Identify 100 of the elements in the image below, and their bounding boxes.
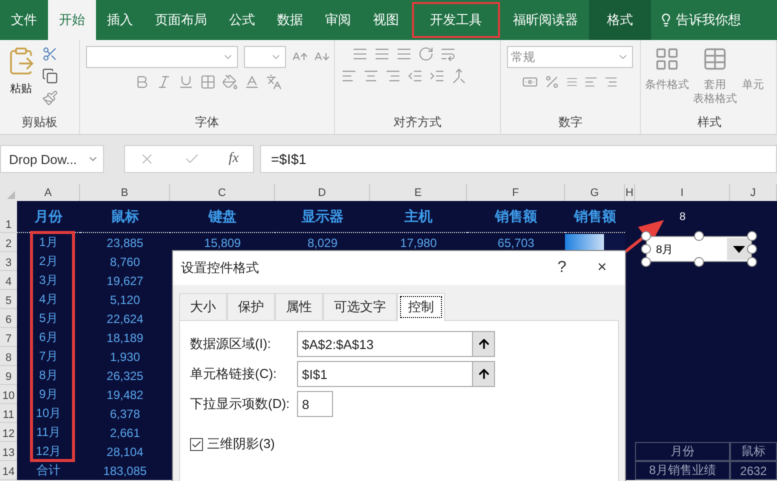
italic-icon[interactable] — [156, 74, 172, 90]
table-cell-text: 9月 — [38, 386, 59, 403]
ribbon-tab[interactable]: 开始 — [48, 0, 96, 40]
align-left-icon[interactable] — [341, 68, 357, 84]
collapse-button[interactable] — [472, 362, 494, 386]
table-cell: 键盘 — [170, 201, 275, 233]
dropdown-control[interactable]: 8月 — [646, 236, 752, 262]
underline-icon[interactable] — [178, 74, 194, 90]
merge-icon[interactable] — [451, 68, 467, 84]
dialog-tab[interactable]: 大小 — [179, 293, 227, 320]
column-header[interactable]: D — [275, 184, 370, 201]
ribbon-tab[interactable]: 插入 — [96, 0, 144, 40]
wrap-text-icon[interactable] — [440, 46, 456, 62]
column-header[interactable]: H — [625, 184, 635, 201]
font-name-field[interactable] — [86, 46, 238, 68]
group-label: 剪贴板 — [20, 114, 58, 131]
close-button[interactable]: × — [587, 259, 617, 277]
dialog-title: 设置控件格式 — [181, 259, 260, 277]
column-header[interactable]: A — [17, 184, 80, 201]
table-cell: 销售额 — [467, 201, 565, 233]
help-button[interactable]: ? — [547, 259, 577, 277]
row-header[interactable]: 3 — [0, 252, 17, 271]
align-right-icon[interactable] — [385, 68, 401, 84]
table-cell-text: 183,085 — [102, 462, 148, 480]
table-cell-text: 合计 — [36, 462, 62, 479]
table-cell-text: 65,703 — [496, 234, 536, 252]
align-center-icon[interactable] — [363, 68, 379, 84]
percent-icon[interactable] — [544, 74, 560, 90]
dialog-tab[interactable]: 保护 — [227, 293, 275, 320]
dialog-tab[interactable]: 可选文字 — [323, 293, 397, 320]
column-header[interactable]: I — [635, 184, 730, 201]
table-cell-text: 19,482 — [106, 386, 144, 404]
row-header[interactable]: 4 — [0, 271, 17, 290]
orientation-icon[interactable] — [418, 46, 434, 62]
column-header[interactable]: F — [467, 184, 565, 201]
row-header[interactable]: 10 — [0, 385, 17, 404]
column-header[interactable]: G — [565, 184, 625, 201]
ribbon-tab[interactable]: 公式 — [218, 0, 266, 40]
table-cell: 主机 — [370, 201, 467, 233]
table-format-icon[interactable] — [702, 46, 728, 72]
fill-color-icon[interactable] — [222, 74, 238, 90]
ribbon-tab[interactable]: 视图 — [362, 0, 410, 40]
ribbon-tab[interactable]: 数据 — [266, 0, 314, 40]
bottom-align-icon[interactable] — [396, 46, 412, 62]
ribbon-tab[interactable]: 福昕阅读器 — [502, 0, 589, 40]
copy-icon[interactable] — [42, 68, 58, 84]
ribbon-tab[interactable]: 审阅 — [314, 0, 362, 40]
row-header[interactable]: 8 — [0, 347, 17, 366]
lightbulb-icon — [659, 13, 673, 27]
paste-button[interactable]: 粘贴 — [10, 82, 32, 96]
font-size-field[interactable] — [244, 46, 286, 68]
phonetic-icon[interactable] — [266, 74, 282, 90]
ribbon-tab[interactable]: 文件 — [0, 0, 48, 40]
table-cell-text: 8,760 — [108, 254, 142, 270]
column-header[interactable]: C — [170, 184, 275, 201]
ribbon-tab[interactable]: 开发工具 — [410, 0, 502, 40]
row-header[interactable]: 12 — [0, 423, 17, 442]
ribbon-tab[interactable]: 格式 — [589, 0, 651, 40]
row-header[interactable]: 14 — [0, 461, 17, 480]
insert-function-button[interactable]: fx — [228, 151, 239, 167]
input-field[interactable]: $A$2:$A$13 — [297, 331, 495, 357]
table-cell-text: 15,809 — [203, 234, 242, 252]
group-label: 字体 — [194, 114, 220, 131]
table-cell-text: 11月 — [35, 424, 62, 441]
indent-icon[interactable] — [429, 68, 445, 84]
outdent-icon[interactable] — [407, 68, 423, 84]
table-cell: 月份 — [17, 201, 80, 233]
column-header[interactable]: B — [80, 184, 170, 201]
input-field[interactable]: $I$1 — [297, 361, 495, 387]
number-format-field[interactable]: 常规 — [507, 46, 633, 68]
row-header[interactable]: 13 — [0, 442, 17, 461]
conditional-format-icon[interactable] — [654, 46, 680, 72]
border-icon[interactable] — [200, 74, 216, 90]
row-header[interactable]: 7 — [0, 328, 17, 347]
column-header[interactable]: J — [730, 184, 777, 201]
name-box[interactable]: Drop Dow... — [0, 145, 104, 173]
row-header[interactable]: 1 — [0, 201, 17, 233]
checkbox-label[interactable]: 三维阴影(3) — [207, 435, 275, 453]
row-header[interactable]: 6 — [0, 309, 17, 328]
row-header[interactable]: 11 — [0, 404, 17, 423]
tell-me-search[interactable]: 告诉我你想 — [651, 0, 741, 40]
row-header[interactable]: 2 — [0, 233, 17, 252]
dialog-tab[interactable]: 控制 — [397, 293, 445, 321]
input-field[interactable]: 8 — [297, 391, 333, 417]
row-header[interactable]: 5 — [0, 290, 17, 309]
cut-icon[interactable] — [42, 46, 58, 62]
formula-field[interactable]: =$I$1 — [260, 145, 777, 173]
dialog-tab[interactable]: 属性 — [275, 293, 323, 320]
format-painter-icon[interactable] — [42, 90, 58, 106]
top-align-icon[interactable] — [352, 46, 368, 62]
group-label: 对齐方式 — [392, 114, 442, 131]
column-header[interactable]: E — [370, 184, 467, 201]
collapse-button[interactable] — [472, 332, 494, 356]
font-color-icon[interactable] — [244, 74, 260, 90]
middle-align-icon[interactable] — [374, 46, 390, 62]
checkbox[interactable] — [190, 438, 203, 450]
row-header[interactable]: 9 — [0, 366, 17, 385]
table-cell-text: 19,627 — [106, 272, 144, 290]
select-all-icon[interactable] — [7, 191, 15, 199]
ribbon-tab[interactable]: 页面布局 — [144, 0, 218, 40]
